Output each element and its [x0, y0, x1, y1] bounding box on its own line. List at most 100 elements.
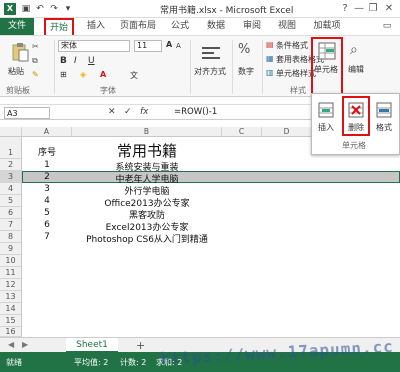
paste-icon[interactable]: [10, 42, 30, 62]
table-header-index[interactable]: 序号: [22, 145, 72, 158]
format-cells-label[interactable]: 格式: [376, 122, 392, 133]
table-header-title[interactable]: 常用书籍: [72, 140, 222, 161]
divider: [262, 40, 263, 94]
column-header[interactable]: A: [22, 127, 72, 137]
editing-label[interactable]: 编辑: [348, 64, 364, 75]
conditional-format-label[interactable]: 条件格式: [276, 40, 308, 51]
table-cell-index[interactable]: 6: [22, 220, 72, 230]
formula-input[interactable]: =ROW()-1: [174, 107, 217, 117]
row-header[interactable]: 2: [0, 159, 22, 171]
font-group-label: 字体: [100, 86, 116, 95]
restore-button[interactable]: ❐: [366, 2, 380, 16]
table-format-icon[interactable]: ▦: [266, 54, 274, 63]
alignment-icon[interactable]: [200, 44, 222, 62]
delete-cells-icon[interactable]: [348, 102, 364, 118]
cell-style-label[interactable]: 单元格样式: [276, 68, 316, 79]
select-all-corner[interactable]: [0, 127, 22, 137]
redo-icon[interactable]: ↷: [48, 3, 60, 15]
table-cell-index[interactable]: 1: [22, 160, 72, 170]
cell-style-icon[interactable]: ▥: [266, 68, 274, 77]
undo-icon[interactable]: ↶: [34, 3, 46, 15]
font-name-combo[interactable]: 宋体: [58, 40, 130, 52]
cells-icon[interactable]: [318, 42, 336, 60]
tab-file[interactable]: 文件: [0, 18, 34, 35]
italic-button[interactable]: I: [74, 56, 77, 66]
insert-cells-icon[interactable]: [318, 102, 334, 118]
bold-button[interactable]: B: [60, 56, 67, 66]
underline-button[interactable]: U: [88, 56, 95, 66]
cells-dropdown-panel: 插入 删除 格式 单元格: [311, 93, 400, 155]
shrink-font-icon[interactable]: A: [176, 42, 181, 50]
window-title: 常用书籍.xlsx - Microsoft Excel: [160, 6, 294, 16]
conditional-format-icon[interactable]: ▤: [266, 40, 274, 49]
quick-access-dropdown-icon[interactable]: ▾: [62, 3, 74, 15]
number-format-icon[interactable]: %: [238, 42, 250, 57]
worksheet-grid[interactable]: A B C D E 1 2 3 4 5 6 7 8 9 10 11 12 13 …: [0, 127, 400, 337]
tab-page-layout[interactable]: 页面布局: [118, 18, 158, 35]
help-button[interactable]: ?: [338, 2, 352, 16]
scroll-left-icon[interactable]: ◀: [8, 340, 14, 349]
row-header[interactable]: 3: [0, 171, 22, 183]
column-header[interactable]: B: [72, 127, 222, 137]
tab-view[interactable]: 视图: [275, 18, 299, 35]
tab-home[interactable]: 开始: [44, 18, 74, 35]
format-cells-icon[interactable]: [376, 102, 392, 118]
row-header[interactable]: 14: [0, 303, 22, 315]
row-header[interactable]: 12: [0, 279, 22, 291]
tab-formulas[interactable]: 公式: [168, 18, 192, 35]
row-header[interactable]: 16: [0, 327, 22, 337]
name-box[interactable]: A3: [4, 107, 50, 119]
row-header[interactable]: 4: [0, 183, 22, 195]
sheet-tab-sheet1[interactable]: Sheet1: [66, 338, 118, 353]
row-header[interactable]: 1: [0, 137, 22, 159]
cut-icon[interactable]: ✂: [32, 42, 39, 51]
grow-font-icon[interactable]: A: [166, 40, 172, 49]
alignment-label[interactable]: 对齐方式: [194, 66, 226, 77]
row-header[interactable]: 5: [0, 195, 22, 207]
save-icon[interactable]: ▣: [20, 3, 32, 15]
font-size-combo[interactable]: 11: [134, 40, 162, 52]
row-header[interactable]: 11: [0, 267, 22, 279]
font-color-icon[interactable]: A: [100, 70, 106, 79]
table-cell-book[interactable]: Photoshop CS6从入门到精通: [72, 232, 222, 245]
delete-cells-label[interactable]: 删除: [348, 122, 364, 133]
row-header[interactable]: 15: [0, 315, 22, 327]
insert-function-icon[interactable]: fx: [140, 107, 149, 117]
find-icon[interactable]: ⌕: [350, 42, 358, 58]
number-label[interactable]: 数字: [238, 66, 254, 77]
row-header[interactable]: 10: [0, 255, 22, 267]
column-header[interactable]: C: [222, 127, 262, 137]
border-icon[interactable]: ⊞: [60, 70, 67, 79]
tab-insert[interactable]: 插入: [84, 18, 108, 35]
tab-data[interactable]: 数据: [204, 18, 228, 35]
format-painter-icon[interactable]: ✎: [32, 70, 39, 79]
enter-icon[interactable]: ✓: [124, 107, 132, 117]
cancel-icon[interactable]: ✕: [108, 107, 116, 117]
new-sheet-button[interactable]: +: [136, 339, 145, 352]
fill-color-icon[interactable]: ◈: [80, 70, 86, 79]
paste-label[interactable]: 粘贴: [8, 66, 24, 77]
column-header[interactable]: D: [262, 127, 312, 137]
scroll-right-icon[interactable]: ▶: [22, 340, 28, 349]
tab-addins[interactable]: 加载项: [310, 18, 344, 35]
insert-cells-label[interactable]: 插入: [318, 122, 334, 133]
ribbon-options-icon[interactable]: ▭: [380, 18, 394, 35]
row-header[interactable]: 6: [0, 207, 22, 219]
table-cell-index[interactable]: 4: [22, 196, 72, 206]
copy-icon[interactable]: ⧉: [32, 56, 38, 66]
ribbon: 粘贴 ✂ ⧉ ✎ 剪贴板 宋体 11 A A B I U ⊞ ◈ A 文 字体 …: [0, 35, 400, 97]
row-header[interactable]: 13: [0, 291, 22, 303]
tab-review[interactable]: 审阅: [240, 18, 264, 35]
minimize-button[interactable]: —: [352, 2, 366, 16]
row-header[interactable]: 9: [0, 243, 22, 255]
table-cell-index[interactable]: 7: [22, 232, 72, 242]
table-cell-index[interactable]: 2: [22, 172, 72, 182]
row-header[interactable]: 7: [0, 219, 22, 231]
divider: [54, 40, 55, 94]
cells-label[interactable]: 单元格: [314, 64, 338, 75]
table-cell-index[interactable]: 3: [22, 184, 72, 194]
row-header[interactable]: 8: [0, 231, 22, 243]
table-cell-index[interactable]: 5: [22, 208, 72, 218]
phonetic-icon[interactable]: 文: [130, 70, 138, 81]
close-button[interactable]: ✕: [382, 2, 396, 16]
